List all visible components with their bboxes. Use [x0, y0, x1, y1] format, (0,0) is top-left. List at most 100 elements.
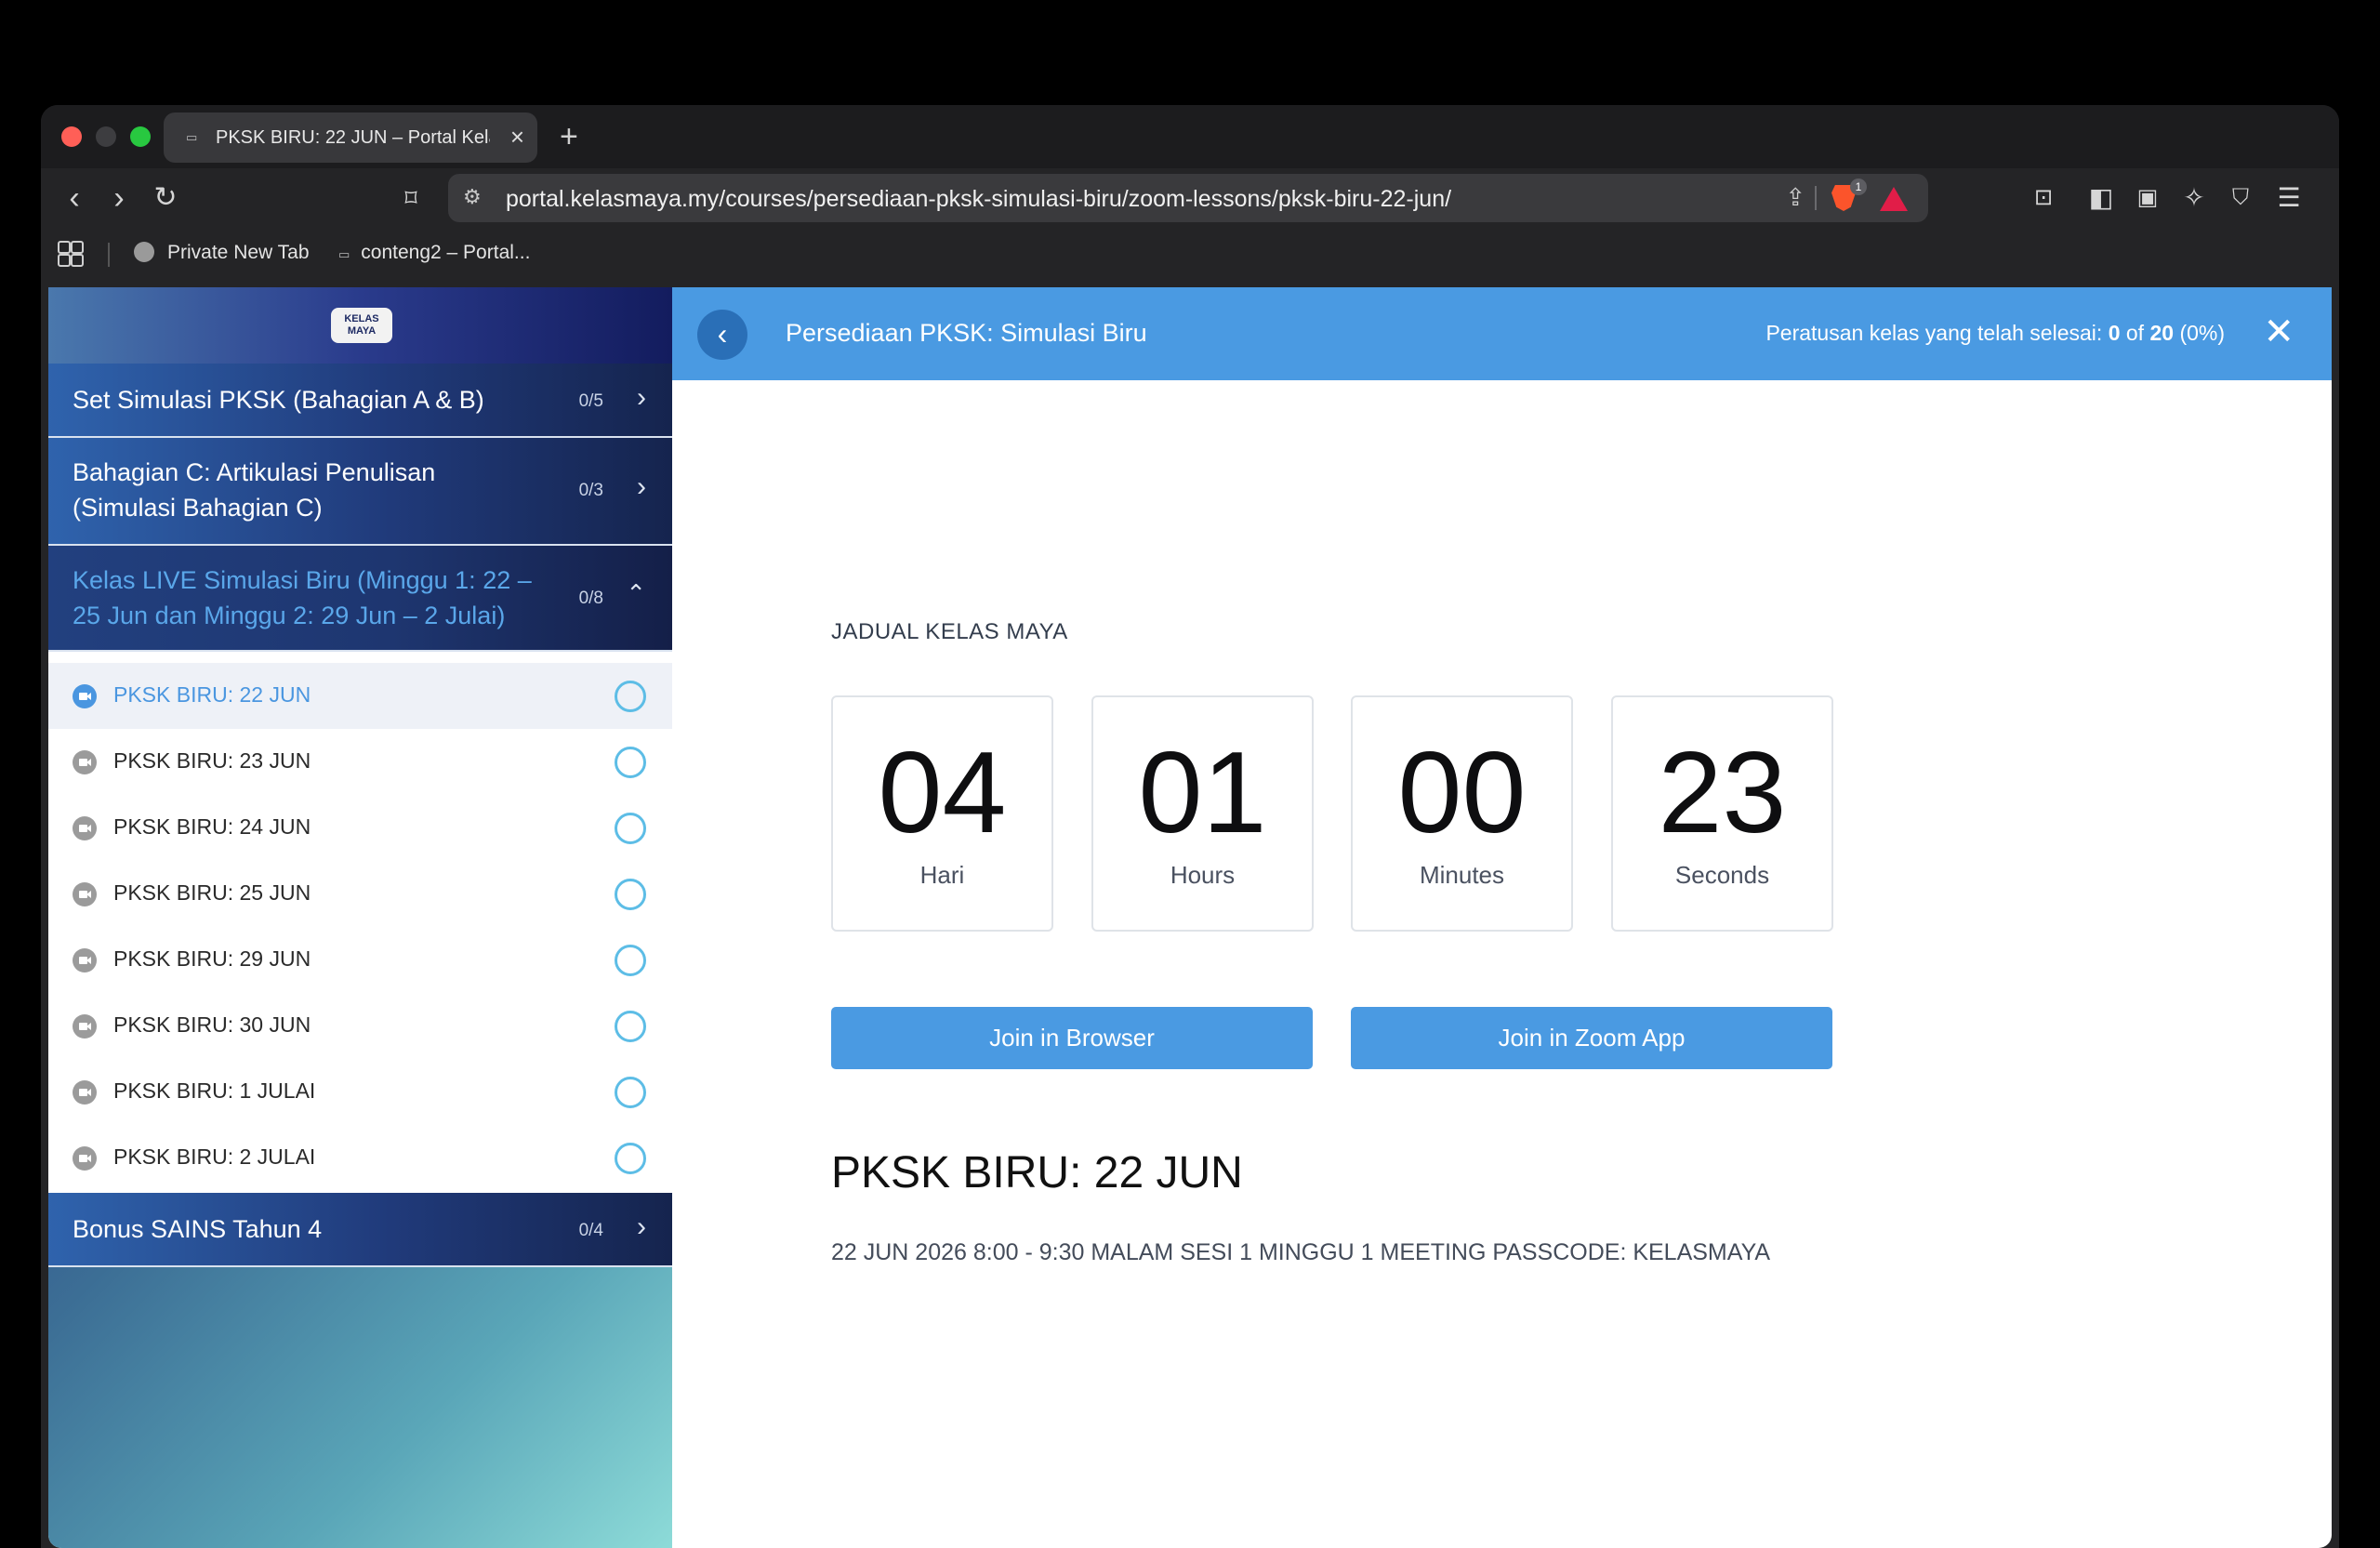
lesson-item-23-jun[interactable]: PKSK BIRU: 23 JUN [48, 729, 672, 795]
course-progress-text: Peratusan kelas yang telah selesai: 0 of… [1765, 321, 2225, 345]
join-in-zoom-app-button[interactable]: Join in Zoom App [1351, 1007, 1832, 1069]
reload-icon[interactable]: ↻ [147, 179, 184, 217]
bookmark-private-new-tab[interactable]: Private New Tab [134, 242, 310, 264]
section-title: Set Simulasi PKSK (Bahagian A & B) [73, 386, 484, 414]
course-title: Persediaan PKSK: Simulasi Biru [786, 319, 1147, 347]
video-icon [73, 882, 97, 906]
bookmarks-bar: Private New Tab ▭ conteng2 – Portal... [41, 228, 2339, 280]
lesson-item-29-jun[interactable]: PKSK BIRU: 29 JUN [48, 927, 672, 993]
video-icon [73, 1014, 97, 1039]
lesson-description: 22 JUN 2026 8:00 - 9:30 MALAM SESI 1 MIN… [831, 1239, 1771, 1265]
maximize-window-button[interactable] [130, 126, 151, 147]
countdown-value: 04 [878, 729, 1007, 857]
section-count: 0/5 [578, 391, 603, 411]
course-sidebar: KELAS MAYA Set Simulasi PKSK (Bahagian A… [48, 287, 672, 1548]
lesson-title: PKSK BIRU: 25 JUN [113, 880, 311, 905]
menu-icon[interactable]: ☰ [2272, 181, 2306, 215]
section-count: 0/8 [578, 589, 603, 608]
lesson-progress-circle-icon [615, 945, 646, 976]
back-chevron-icon[interactable]: ‹ [697, 310, 747, 360]
lesson-title: PKSK BIRU: 29 JUN [113, 946, 311, 971]
web-page: KELAS MAYA Set Simulasi PKSK (Bahagian A… [48, 287, 2332, 1548]
section-bahagian-c[interactable]: Bahagian C: Artikulasi Penulisan (Simula… [48, 438, 672, 546]
close-icon[interactable]: ✕ [2263, 310, 2294, 354]
lesson-item-1-julai[interactable]: PKSK BIRU: 1 JULAI [48, 1059, 672, 1125]
tab-title: PKSK BIRU: 22 JUN – Portal Kelasmaya [216, 127, 490, 148]
lesson-item-24-jun[interactable]: PKSK BIRU: 24 JUN [48, 795, 672, 861]
section-title: Kelas LIVE Simulasi Biru (Minggu 1: 22 –… [73, 566, 532, 629]
lesson-item-25-jun[interactable]: PKSK BIRU: 25 JUN [48, 861, 672, 927]
section-count: 0/4 [578, 1221, 603, 1240]
lesson-item-2-julai[interactable]: PKSK BIRU: 2 JULAI [48, 1125, 672, 1191]
brave-rewards-icon[interactable] [1880, 187, 1908, 211]
lesson-item-22-jun[interactable]: PKSK BIRU: 22 JUN [48, 663, 672, 729]
countdown-days: 04 Hari [831, 695, 1053, 932]
countdown-value: 23 [1658, 729, 1787, 857]
course-header-bar: ‹ Persediaan PKSK: Simulasi Biru Peratus… [672, 287, 2332, 380]
section-title: Bahagian C: Artikulasi Penulisan (Simula… [73, 458, 436, 522]
section-set-simulasi[interactable]: Set Simulasi PKSK (Bahagian A & B) 0/5 › [48, 364, 672, 438]
lesson-progress-circle-icon [615, 681, 646, 712]
browser-tab-active[interactable]: ▭ PKSK BIRU: 22 JUN – Portal Kelasmaya × [164, 112, 537, 163]
site-favicon-icon: ▭ [186, 130, 198, 144]
share-icon[interactable]: ⇪ [1785, 183, 1805, 212]
lesson-heading: PKSK BIRU: 22 JUN [831, 1148, 1243, 1197]
section-title: Bonus SAINS Tahun 4 [73, 1215, 323, 1243]
forward-arrow-icon[interactable]: › [100, 179, 138, 217]
site-settings-icon[interactable]: ⚙ [463, 185, 482, 209]
lesson-title: PKSK BIRU: 2 JULAI [113, 1144, 316, 1169]
shields-count-badge: 1 [1850, 179, 1867, 195]
video-icon [73, 948, 97, 972]
vpn-shield-icon[interactable]: ⛉ [2224, 181, 2257, 215]
bookmark-conteng2[interactable]: ▭ conteng2 – Portal... [338, 242, 530, 264]
section-kelas-live[interactable]: Kelas LIVE Simulasi Biru (Minggu 1: 22 –… [48, 546, 672, 652]
wallet-icon[interactable]: ▣ [2131, 181, 2164, 215]
countdown-hours: 01 Hours [1091, 695, 1314, 932]
lesson-content: JADUAL KELAS MAYA 04 Hari 01 Hours 00 Mi… [672, 380, 2332, 1548]
video-icon [73, 1080, 97, 1105]
minimize-window-button[interactable] [96, 126, 116, 147]
tab-close-icon[interactable]: × [510, 124, 524, 150]
bookmarks-divider [108, 243, 110, 267]
browser-window: ▭ PKSK BIRU: 22 JUN – Portal Kelasmaya ×… [41, 105, 2339, 1548]
join-in-browser-button[interactable]: Join in Browser [831, 1007, 1313, 1069]
lesson-title: PKSK BIRU: 30 JUN [113, 1012, 311, 1037]
countdown-value: 01 [1138, 729, 1267, 857]
new-tab-button[interactable]: + [560, 118, 578, 155]
lesson-progress-circle-icon [615, 1143, 646, 1174]
video-icon [73, 1146, 97, 1171]
lesson-item-30-jun[interactable]: PKSK BIRU: 30 JUN [48, 993, 672, 1059]
lesson-title: PKSK BIRU: 24 JUN [113, 814, 311, 839]
countdown-minutes: 00 Minutes [1351, 695, 1573, 932]
chevron-right-icon: › [637, 382, 646, 413]
reader-mode-icon[interactable]: ⊡ [2027, 181, 2060, 215]
countdown-label: Seconds [1674, 861, 1770, 889]
back-arrow-icon[interactable]: ‹ [56, 179, 93, 217]
countdown-label: Minutes [1419, 861, 1505, 889]
url-divider [1815, 186, 1817, 210]
lesson-progress-circle-icon [615, 1011, 646, 1042]
url-text[interactable]: portal.kelasmaya.my/courses/persediaan-p… [506, 186, 1451, 213]
address-bar[interactable]: ⚙ portal.kelasmaya.my/courses/persediaan… [448, 174, 1928, 222]
close-window-button[interactable] [61, 126, 82, 147]
section-count: 0/3 [578, 481, 603, 500]
chevron-right-icon: › [637, 471, 646, 502]
bookmark-icon[interactable]: ⌑ [392, 179, 430, 217]
countdown-label: Hari [919, 861, 965, 889]
countdown-value: 00 [1397, 729, 1527, 857]
chevron-up-icon: ⌃ [626, 579, 646, 607]
countdown-seconds: 23 Seconds [1611, 695, 1833, 932]
sidebar-toggle-icon[interactable]: ◧ [2084, 181, 2118, 215]
apps-grid-icon[interactable] [58, 241, 84, 267]
lesson-list: PKSK BIRU: 22 JUN PKSK BIRU: 23 JUN PKSK… [48, 652, 672, 1193]
countdown-label: Hours [1170, 861, 1236, 889]
site-favicon-icon: ▭ [338, 247, 350, 261]
video-icon [73, 684, 97, 708]
lesson-progress-circle-icon [615, 879, 646, 910]
lesson-progress-circle-icon [615, 747, 646, 778]
sidebar-header: KELAS MAYA [48, 287, 672, 364]
section-bonus-sains[interactable]: Bonus SAINS Tahun 4 0/4 › [48, 1193, 672, 1267]
leo-ai-icon[interactable]: ✧ [2177, 181, 2211, 215]
browser-toolbar: ‹ › ↻ ⌑ ⚙ portal.kelasmaya.my/courses/pe… [41, 168, 2339, 228]
kelasmaya-logo[interactable]: KELAS MAYA [331, 308, 392, 343]
